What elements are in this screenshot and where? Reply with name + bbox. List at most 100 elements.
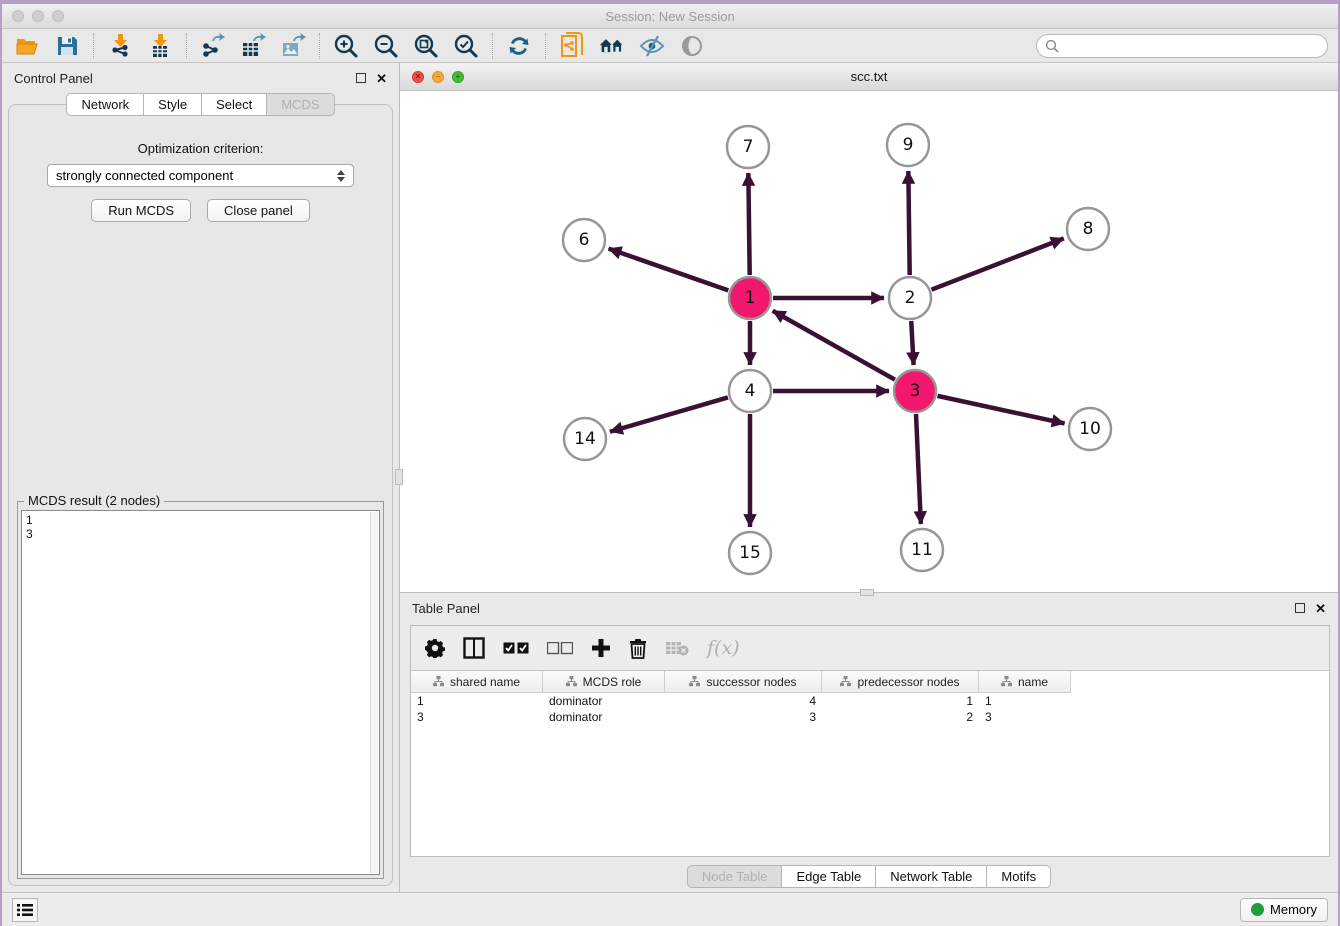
zoom-in-icon[interactable]: [333, 33, 359, 59]
import-network-icon[interactable]: [107, 33, 133, 59]
search-field[interactable]: [1036, 34, 1328, 58]
control-panel: Control Panel ✕ NetworkStyleSelectMCDS O…: [2, 63, 400, 892]
table-panel: Table Panel ✕: [400, 593, 1338, 892]
table-panel-close-icon[interactable]: ✕: [1315, 602, 1326, 615]
edge-3-11[interactable]: [916, 414, 921, 524]
edge-4-14[interactable]: [610, 397, 728, 431]
add-column-plus-icon[interactable]: [591, 638, 611, 658]
close-panel-button[interactable]: Close panel: [207, 199, 310, 222]
toggle-visibility-eye-icon[interactable]: [679, 33, 705, 59]
optimization-criterion-select[interactable]: strongly connected component: [47, 164, 354, 187]
show-column-panel-icon[interactable]: [463, 637, 485, 659]
delete-column-trash-icon[interactable]: [629, 638, 647, 659]
tab-edge-table[interactable]: Edge Table: [781, 865, 875, 888]
save-session-icon[interactable]: [54, 33, 80, 59]
search-input[interactable]: [1059, 39, 1319, 53]
cell-predecessor-nodes[interactable]: 2: [822, 709, 979, 725]
node-label-7: 7: [743, 137, 754, 157]
network-canvas[interactable]: 7968124314101511: [400, 91, 1338, 592]
main-toolbar: [2, 29, 1338, 63]
control-panel-close-icon[interactable]: ✕: [376, 72, 387, 85]
column-tree-icon: [1001, 676, 1012, 687]
search-icon: [1045, 39, 1059, 53]
edge-3-10[interactable]: [937, 396, 1064, 424]
task-history-list-icon[interactable]: [12, 898, 38, 922]
export-network-icon[interactable]: [200, 33, 226, 59]
edge-1-6[interactable]: [609, 249, 729, 291]
cell-successor-nodes[interactable]: 3: [665, 709, 822, 725]
optimization-criterion-value: strongly connected component: [56, 168, 233, 183]
zoom-selected-icon[interactable]: [453, 33, 479, 59]
tab-mcds[interactable]: MCDS: [266, 93, 334, 116]
cell-MCDS-role[interactable]: dominator: [543, 693, 665, 709]
column-header-predecessor-nodes[interactable]: predecessor nodes: [822, 671, 979, 693]
tab-style[interactable]: Style: [143, 93, 201, 116]
cell-predecessor-nodes[interactable]: 1: [822, 693, 979, 709]
mcds-result-text[interactable]: 1 3: [21, 510, 380, 875]
column-tree-icon: [566, 676, 577, 687]
tab-network[interactable]: Network: [66, 93, 143, 116]
column-tree-icon: [840, 676, 851, 687]
node-label-8: 8: [1083, 219, 1094, 239]
cell-name[interactable]: 1: [979, 693, 1071, 709]
table-settings-gear-icon[interactable]: [425, 638, 445, 658]
function-builder-icon: f(x): [707, 637, 740, 659]
column-header-name[interactable]: name: [979, 671, 1071, 693]
splitter-grip-horizontal[interactable]: [860, 589, 874, 596]
export-table-icon[interactable]: [240, 33, 266, 59]
optimization-criterion-label: Optimization criterion:: [9, 141, 392, 156]
column-header-successor-nodes[interactable]: successor nodes: [665, 671, 822, 693]
mcds-tab-content: Optimization criterion: strongly connect…: [8, 104, 393, 886]
zoom-out-icon[interactable]: [373, 33, 399, 59]
node-label-3: 3: [910, 381, 921, 401]
cell-name[interactable]: 3: [979, 709, 1071, 725]
edge-3-1[interactable]: [773, 311, 895, 380]
clear-all-checks-icon[interactable]: [547, 642, 573, 655]
export-image-icon[interactable]: [280, 33, 306, 59]
open-session-icon[interactable]: [14, 33, 40, 59]
status-bar: Memory: [2, 892, 1338, 926]
edge-2-3[interactable]: [911, 321, 913, 365]
node-label-15: 15: [739, 543, 761, 563]
nested-networks-home-icon[interactable]: [599, 33, 625, 59]
result-scrollbar[interactable]: [370, 512, 378, 873]
table-body: 1dominator4113dominator323: [411, 693, 1329, 725]
tab-network-table[interactable]: Network Table: [875, 865, 986, 888]
import-table-icon[interactable]: [147, 33, 173, 59]
clone-network-icon[interactable]: [559, 33, 585, 59]
memory-status-label: Memory: [1270, 902, 1317, 917]
network-window-titlebar[interactable]: ✕ − + scc.txt: [400, 63, 1338, 91]
node-label-4: 4: [745, 381, 756, 401]
splitter-grip-vertical[interactable]: [395, 469, 403, 485]
network-window-title: scc.txt: [400, 69, 1338, 84]
table-row[interactable]: 3dominator323: [411, 709, 1329, 725]
table-header-row: shared name MCDS role successor nodes prede…: [411, 671, 1329, 693]
tab-motifs[interactable]: Motifs: [986, 865, 1051, 888]
control-panel-float-icon[interactable]: [356, 73, 366, 83]
cell-shared-name[interactable]: 1: [411, 693, 543, 709]
cell-successor-nodes[interactable]: 4: [665, 693, 822, 709]
edge-2-9[interactable]: [908, 171, 909, 275]
tab-node-table[interactable]: Node Table: [687, 865, 782, 888]
column-header-label: successor nodes: [706, 675, 796, 689]
network-graph[interactable]: 7968124314101511: [400, 91, 1338, 592]
cell-MCDS-role[interactable]: dominator: [543, 709, 665, 725]
zoom-fit-icon[interactable]: [413, 33, 439, 59]
column-header-MCDS-role[interactable]: MCDS role: [543, 671, 665, 693]
refresh-icon[interactable]: [506, 33, 532, 59]
select-stepper-icon: [337, 170, 345, 182]
select-all-checks-icon[interactable]: [503, 642, 529, 655]
table-row[interactable]: 1dominator411: [411, 693, 1329, 709]
node-label-6: 6: [579, 230, 590, 250]
table-panel-float-icon[interactable]: [1295, 603, 1305, 613]
hide-panels-eye-slash-icon[interactable]: [639, 33, 665, 59]
cell-shared-name[interactable]: 3: [411, 709, 543, 725]
edge-1-7[interactable]: [748, 173, 749, 275]
edge-2-8[interactable]: [931, 238, 1063, 289]
column-header-label: MCDS role: [583, 675, 642, 689]
table-toolbar: f(x): [411, 626, 1329, 670]
memory-status-button[interactable]: Memory: [1240, 898, 1328, 922]
column-header-shared-name[interactable]: shared name: [411, 671, 543, 693]
tab-select[interactable]: Select: [201, 93, 266, 116]
run-mcds-button[interactable]: Run MCDS: [91, 199, 191, 222]
